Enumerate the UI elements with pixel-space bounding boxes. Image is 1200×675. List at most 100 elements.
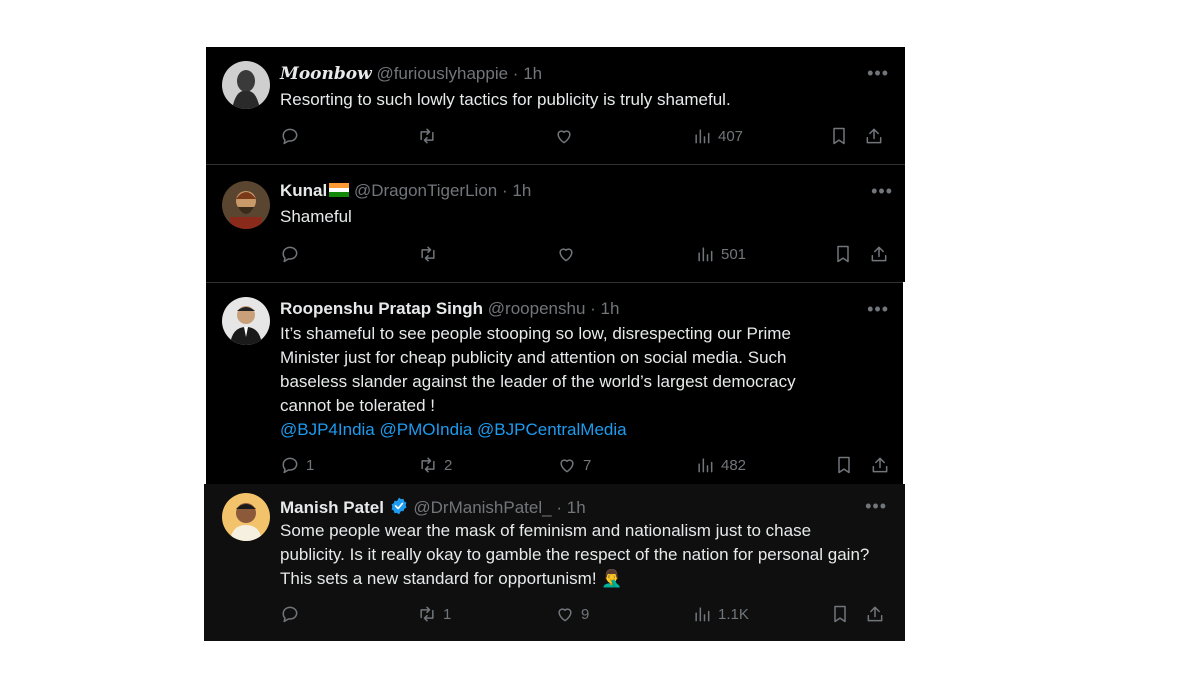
- views-button[interactable]: 1.1K: [692, 604, 749, 624]
- reply-icon: [282, 246, 298, 263]
- tweet-panel-top: 𝑴𝒐𝒐𝒏𝒃𝒐𝒘 @furiouslyhappie · 1h ••• Resort…: [206, 47, 905, 282]
- bookmark-icon: [837, 245, 849, 263]
- retweet-count: 1: [443, 605, 452, 623]
- views-count: 1.1K: [718, 605, 749, 623]
- views-icon: [698, 458, 713, 473]
- views-count: 407: [718, 127, 744, 145]
- views-button[interactable]: 407: [692, 126, 743, 146]
- reply-button[interactable]: [280, 604, 306, 624]
- avatar-image: [222, 181, 270, 229]
- display-name[interactable]: Roopenshu Pratap Singh: [280, 299, 483, 318]
- share-icon: [867, 606, 883, 622]
- views-icon: [695, 607, 710, 622]
- views-button[interactable]: 501: [695, 244, 746, 264]
- display-name[interactable]: Kunal: [280, 181, 327, 200]
- india-flag-icon: [329, 183, 350, 197]
- tweet[interactable]: Manish Patel @DrManishPatel_ · 1h ••• So…: [204, 484, 905, 641]
- dot-separator: ·: [501, 181, 508, 200]
- like-button[interactable]: [554, 126, 580, 146]
- more-icon[interactable]: •••: [867, 300, 889, 318]
- display-name[interactable]: 𝑴𝒐𝒐𝒏𝒃𝒐𝒘: [280, 64, 372, 84]
- bookmark-button[interactable]: [833, 244, 853, 264]
- verified-icon: [391, 497, 407, 515]
- like-icon: [559, 248, 573, 262]
- reply-button[interactable]: [280, 244, 306, 264]
- retweet-icon: [420, 606, 434, 622]
- retweet-icon: [421, 246, 435, 262]
- tweet-header: Roopenshu Pratap Singh @roopenshu · 1h: [280, 299, 863, 319]
- display-name[interactable]: Manish Patel: [280, 498, 384, 517]
- handle[interactable]: @DragonTigerLion: [354, 181, 497, 200]
- dot-separator: ·: [590, 299, 596, 318]
- share-button[interactable]: [870, 455, 890, 475]
- avatar-image: [222, 61, 270, 109]
- views-icon: [695, 129, 710, 144]
- share-icon: [866, 128, 882, 144]
- bookmark-button[interactable]: [830, 604, 850, 624]
- handle[interactable]: @furiouslyhappie: [376, 64, 508, 83]
- bookmark-button[interactable]: [834, 455, 854, 475]
- reply-icon: [282, 457, 298, 474]
- avatar[interactable]: [222, 181, 270, 229]
- more-icon[interactable]: •••: [865, 497, 887, 515]
- share-button[interactable]: [869, 244, 889, 264]
- avatar[interactable]: [222, 493, 270, 541]
- retweet-button[interactable]: [418, 244, 444, 264]
- reply-icon: [282, 128, 298, 145]
- retweet-count: 2: [444, 456, 453, 474]
- handle[interactable]: @roopenshu: [488, 299, 586, 318]
- views-count: 482: [721, 456, 747, 474]
- tweet-text: Resorting to such lowly tactics for publ…: [280, 90, 731, 109]
- tweet-text-content: It’s shameful to see people stooping so …: [280, 324, 796, 415]
- more-icon[interactable]: •••: [871, 182, 893, 200]
- action-bar: 1 9 1.1K: [280, 604, 889, 628]
- tweet[interactable]: 𝑴𝒐𝒐𝒏𝒃𝒐𝒘 @furiouslyhappie · 1h ••• Resort…: [206, 47, 905, 164]
- like-button[interactable]: [556, 244, 582, 264]
- tweet-text: Some people wear the mask of feminism an…: [280, 521, 870, 588]
- handle[interactable]: @DrManishPatel_: [413, 498, 551, 517]
- reply-button[interactable]: [280, 126, 306, 146]
- tweet-header: Kunal @DragonTigerLion · 1h: [280, 181, 865, 201]
- bookmark-icon: [838, 456, 850, 474]
- tweet[interactable]: Roopenshu Pratap Singh @roopenshu · 1h •…: [206, 282, 903, 484]
- tweet-header: Manish Patel @DrManishPatel_ · 1h: [280, 496, 865, 518]
- retweet-button[interactable]: [417, 126, 443, 146]
- tweet[interactable]: Kunal @DragonTigerLion · 1h ••• Shameful…: [206, 165, 905, 282]
- mentions-link[interactable]: @BJP4India @PMOIndia @BJPCentralMedia: [280, 420, 627, 439]
- like-icon: [557, 130, 571, 144]
- like-button[interactable]: 9: [555, 604, 589, 624]
- reply-button[interactable]: 1: [280, 455, 314, 475]
- retweet-button[interactable]: 1: [417, 604, 451, 624]
- bookmark-icon: [834, 605, 846, 623]
- retweet-button[interactable]: 2: [418, 455, 452, 475]
- timestamp[interactable]: 1h: [523, 64, 542, 83]
- avatar[interactable]: [222, 61, 270, 109]
- share-icon: [872, 457, 888, 473]
- tweet-text: Shameful: [280, 207, 352, 226]
- views-icon: [698, 247, 713, 262]
- like-count: 9: [581, 605, 590, 623]
- avatar-image: [222, 297, 270, 345]
- more-icon[interactable]: •••: [867, 64, 889, 82]
- like-icon: [558, 608, 572, 622]
- timestamp[interactable]: 1h: [567, 498, 586, 517]
- bookmark-button[interactable]: [829, 126, 849, 146]
- views-count: 501: [721, 245, 747, 263]
- dot-separator: ·: [512, 64, 519, 83]
- dot-separator: ·: [556, 498, 562, 517]
- share-button[interactable]: [865, 604, 885, 624]
- tweet-text: It’s shameful to see people stooping so …: [280, 322, 843, 442]
- bookmark-icon: [833, 127, 845, 145]
- timestamp[interactable]: 1h: [601, 299, 620, 318]
- tweet-header: 𝑴𝒐𝒐𝒏𝒃𝒐𝒘 @furiouslyhappie · 1h: [280, 64, 865, 84]
- avatar[interactable]: [222, 297, 270, 345]
- share-button[interactable]: [864, 126, 884, 146]
- tweet-panel-bottom: Manish Patel @DrManishPatel_ · 1h ••• So…: [204, 484, 905, 641]
- views-button[interactable]: 482: [695, 455, 746, 475]
- share-icon: [871, 246, 887, 262]
- retweet-icon: [420, 128, 434, 144]
- like-button[interactable]: 7: [557, 455, 591, 475]
- avatar-image: [222, 493, 270, 541]
- timestamp[interactable]: 1h: [512, 181, 531, 200]
- retweet-icon: [421, 457, 435, 473]
